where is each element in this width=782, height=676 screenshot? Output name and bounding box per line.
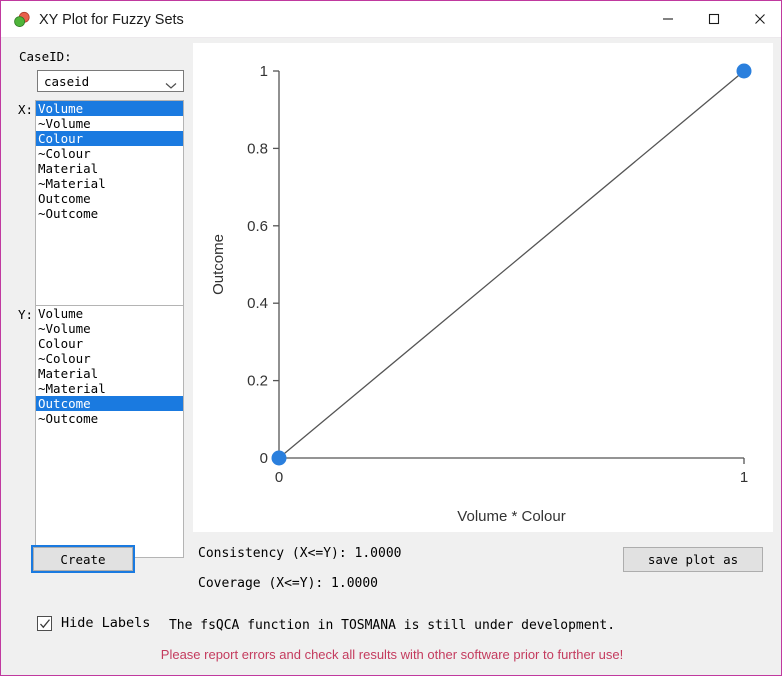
y-list-item[interactable]: ~Volume	[36, 321, 183, 336]
maximize-icon[interactable]	[691, 1, 737, 37]
close-icon[interactable]	[737, 1, 781, 37]
left-control-panel: CaseID: caseid X: Volume ~Volume Colour ~Co…	[1, 38, 192, 675]
x-list-item[interactable]: Material	[36, 161, 183, 176]
y-axis-title: Outcome	[210, 234, 227, 295]
y-tick-label: 0.6	[247, 218, 268, 235]
xy-scatter-plot: 0 0.2 0.4 0.6 0.8 1 0 1 Volume * Colour Outcome	[210, 63, 752, 525]
x-axis-variable-label: X:	[18, 102, 34, 117]
error-notice: Please report errors and check all resul…	[160, 647, 624, 662]
x-list-item[interactable]: ~Colour	[36, 146, 183, 161]
y-tick-label: 0.4	[247, 295, 268, 312]
x-tick-label: 0	[275, 469, 283, 486]
caseid-select[interactable]: caseid	[37, 70, 184, 92]
y-tick-label: 0.8	[247, 140, 268, 157]
diagonal-reference-line	[278, 70, 745, 459]
coverage-value: Coverage (X<=Y): 1.0000	[198, 576, 379, 591]
x-list-item[interactable]: Colour	[36, 131, 183, 146]
data-point[interactable]	[271, 450, 287, 466]
x-list-item[interactable]: Outcome	[36, 191, 183, 206]
y-tick-label: 1	[260, 63, 268, 80]
caseid-label: CaseID:	[19, 49, 72, 64]
chevron-down-icon	[165, 77, 177, 95]
y-variable-listbox[interactable]: Volume ~Volume Colour ~Colour Material ~Mater…	[35, 305, 184, 558]
xy-plot-panel: 0 0.2 0.4 0.6 0.8 1 0 1 Volume * Colour Outcome	[193, 43, 773, 532]
y-list-item[interactable]: Material	[36, 366, 183, 381]
save-plot-as-button[interactable]: save plot as	[623, 547, 763, 572]
x-axis-title: Volume * Colour	[457, 508, 565, 525]
x-list-item[interactable]: ~Volume	[36, 116, 183, 131]
y-list-item[interactable]: Volume	[36, 306, 183, 321]
y-list-item[interactable]: ~Outcome	[36, 411, 183, 426]
y-list-item[interactable]: Colour	[36, 336, 183, 351]
y-tick-label: 0.2	[247, 373, 268, 390]
y-list-item[interactable]: ~Colour	[36, 351, 183, 366]
x-list-item[interactable]: Volume	[36, 101, 183, 116]
y-list-item[interactable]: ~Material	[36, 381, 183, 396]
overlapping-circles-icon	[13, 11, 31, 29]
title-bar: XY Plot for Fuzzy Sets	[1, 1, 781, 38]
minimize-icon[interactable]	[645, 1, 691, 37]
data-point[interactable]	[736, 63, 752, 79]
consistency-value: Consistency (X<=Y): 1.0000	[198, 546, 402, 561]
x-list-item[interactable]: ~Outcome	[36, 206, 183, 221]
y-tick-label: 0	[260, 450, 268, 467]
window-title: XY Plot for Fuzzy Sets	[39, 12, 184, 28]
x-list-item[interactable]: ~Material	[36, 176, 183, 191]
x-variable-listbox[interactable]: Volume ~Volume Colour ~Colour Material ~Mater…	[35, 100, 184, 337]
create-button[interactable]: Create	[31, 545, 135, 573]
development-notice: The fsQCA function in TOSMANA is still u…	[168, 618, 616, 633]
caseid-select-value: caseid	[44, 74, 90, 89]
x-tick-label: 1	[740, 469, 748, 486]
xy-plot-window: XY Plot for Fuzzy Sets CaseID: caseid X:…	[0, 0, 782, 676]
y-axis-variable-label: Y:	[18, 307, 34, 322]
y-list-item[interactable]: Outcome	[36, 396, 183, 411]
